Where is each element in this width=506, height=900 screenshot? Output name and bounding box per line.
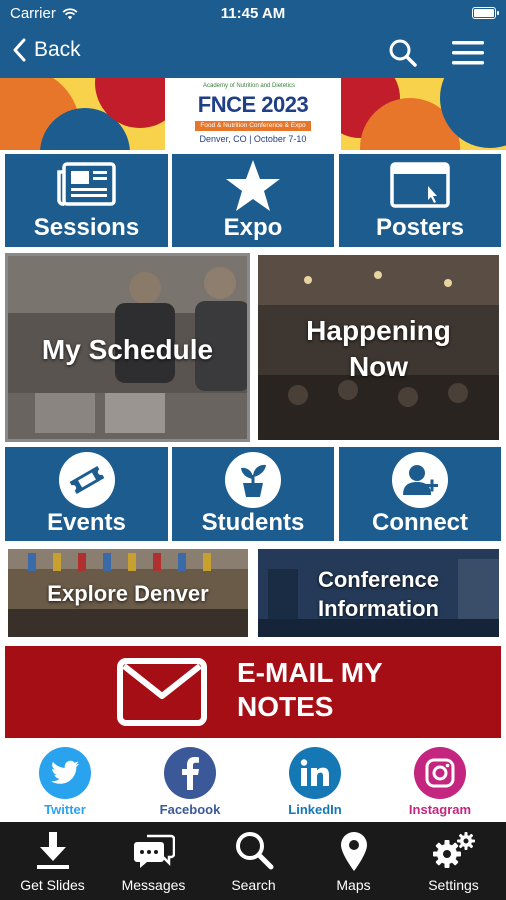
email-line2: NOTES — [237, 691, 334, 722]
ticket-icon — [58, 452, 115, 508]
conference-info-label: Conference Information — [258, 565, 499, 623]
facebook-label: Facebook — [159, 802, 221, 817]
messages-icon — [133, 834, 175, 868]
instagram-link[interactable]: Instagram — [390, 747, 490, 817]
expo-label: Expo — [223, 214, 283, 241]
sessions-label: Sessions — [33, 214, 140, 241]
tab-settings-label: Settings — [428, 877, 479, 893]
tab-maps-label: Maps — [336, 877, 371, 893]
banner-title: FNCE 2023 — [197, 92, 309, 117]
conference-banner: Academy of Nutrition and Dietetics FNCE … — [0, 78, 506, 150]
person-add-icon — [392, 452, 448, 508]
banner-location: Denver, CO | October 7-10 — [199, 134, 307, 144]
battery-icon — [472, 7, 499, 19]
instagram-icon — [414, 747, 466, 799]
envelope-icon — [117, 658, 207, 726]
explore-denver-label: Explore Denver — [47, 581, 209, 606]
happening-line2: Now — [348, 351, 409, 382]
hamburger-icon — [452, 41, 484, 65]
tab-messages[interactable]: Messages — [103, 822, 204, 900]
conference-line1: Conference — [317, 567, 440, 592]
my-schedule-label: My Schedule — [41, 334, 214, 365]
linkedin-icon — [289, 747, 341, 799]
posters-tile[interactable]: Posters — [339, 154, 501, 247]
connect-tile[interactable]: Connect — [339, 447, 501, 541]
browser-window-icon — [390, 162, 450, 208]
events-label: Events — [47, 509, 126, 536]
tab-search[interactable]: Search — [203, 822, 304, 900]
conference-line2: Information — [318, 596, 439, 621]
plant-icon — [225, 452, 281, 508]
tab-search-label: Search — [231, 877, 276, 893]
back-button[interactable]: Back — [12, 38, 81, 62]
menu-button[interactable] — [452, 40, 484, 71]
twitter-icon — [39, 747, 91, 799]
nav-bar: Back — [0, 28, 506, 78]
happening-now-label: Happening Now — [258, 313, 499, 385]
twitter-link[interactable]: Twitter — [15, 747, 115, 817]
conference-info-tile[interactable]: Conference Information — [258, 549, 499, 637]
bottom-tab-bar: Get Slides Messages Search Maps Settings — [0, 822, 506, 900]
status-time: 11:45 AM — [220, 5, 286, 22]
my-schedule-tile[interactable]: My Schedule — [5, 253, 250, 442]
search-icon — [235, 832, 273, 870]
social-row: Twitter Facebook LinkedIn Instagram — [0, 742, 506, 822]
facebook-link[interactable]: Facebook — [140, 747, 240, 817]
gears-icon — [432, 832, 475, 868]
star-icon — [226, 160, 280, 211]
email-notes-button[interactable]: E-MAIL MY NOTES — [5, 646, 501, 738]
explore-denver-tile[interactable]: Explore Denver — [8, 549, 248, 637]
connect-label: Connect — [372, 509, 468, 536]
status-bar: Carrier 11:45 AM — [0, 0, 506, 28]
happening-line1: Happening — [306, 315, 451, 346]
search-icon — [389, 39, 417, 67]
tab-messages-label: Messages — [121, 877, 186, 893]
tab-get-slides-label: Get Slides — [20, 877, 85, 893]
happening-now-tile[interactable]: Happening Now — [258, 255, 499, 440]
banner-subtitle: Food & Nutrition Conference & Expo — [195, 121, 311, 131]
nav-search-button[interactable] — [388, 38, 418, 73]
chevron-left-icon — [13, 38, 26, 62]
students-label: Students — [201, 509, 305, 536]
linkedin-link[interactable]: LinkedIn — [265, 747, 365, 817]
email-notes-label: E-MAIL MY NOTES — [237, 656, 383, 724]
students-tile[interactable]: Students — [172, 447, 334, 541]
email-line1: E-MAIL MY — [237, 657, 383, 688]
sessions-tile[interactable]: Sessions — [5, 154, 168, 247]
tab-maps[interactable]: Maps — [303, 822, 404, 900]
twitter-label: Twitter — [44, 802, 86, 817]
tab-get-slides[interactable]: Get Slides — [2, 822, 103, 900]
back-label: Back — [34, 38, 81, 61]
instagram-label: Instagram — [408, 802, 472, 817]
expo-tile[interactable]: Expo — [172, 154, 334, 247]
events-tile[interactable]: Events — [5, 447, 168, 541]
newspaper-icon — [56, 162, 116, 206]
tab-settings[interactable]: Settings — [403, 822, 504, 900]
banner-logo: Academy of Nutrition and Dietetics FNCE … — [165, 78, 341, 150]
posters-label: Posters — [375, 214, 465, 241]
linkedin-label: LinkedIn — [288, 802, 342, 817]
download-icon — [36, 832, 69, 869]
map-pin-icon — [340, 832, 367, 871]
facebook-icon — [164, 747, 216, 799]
academy-text: Academy of Nutrition and Dietetics — [203, 83, 296, 89]
